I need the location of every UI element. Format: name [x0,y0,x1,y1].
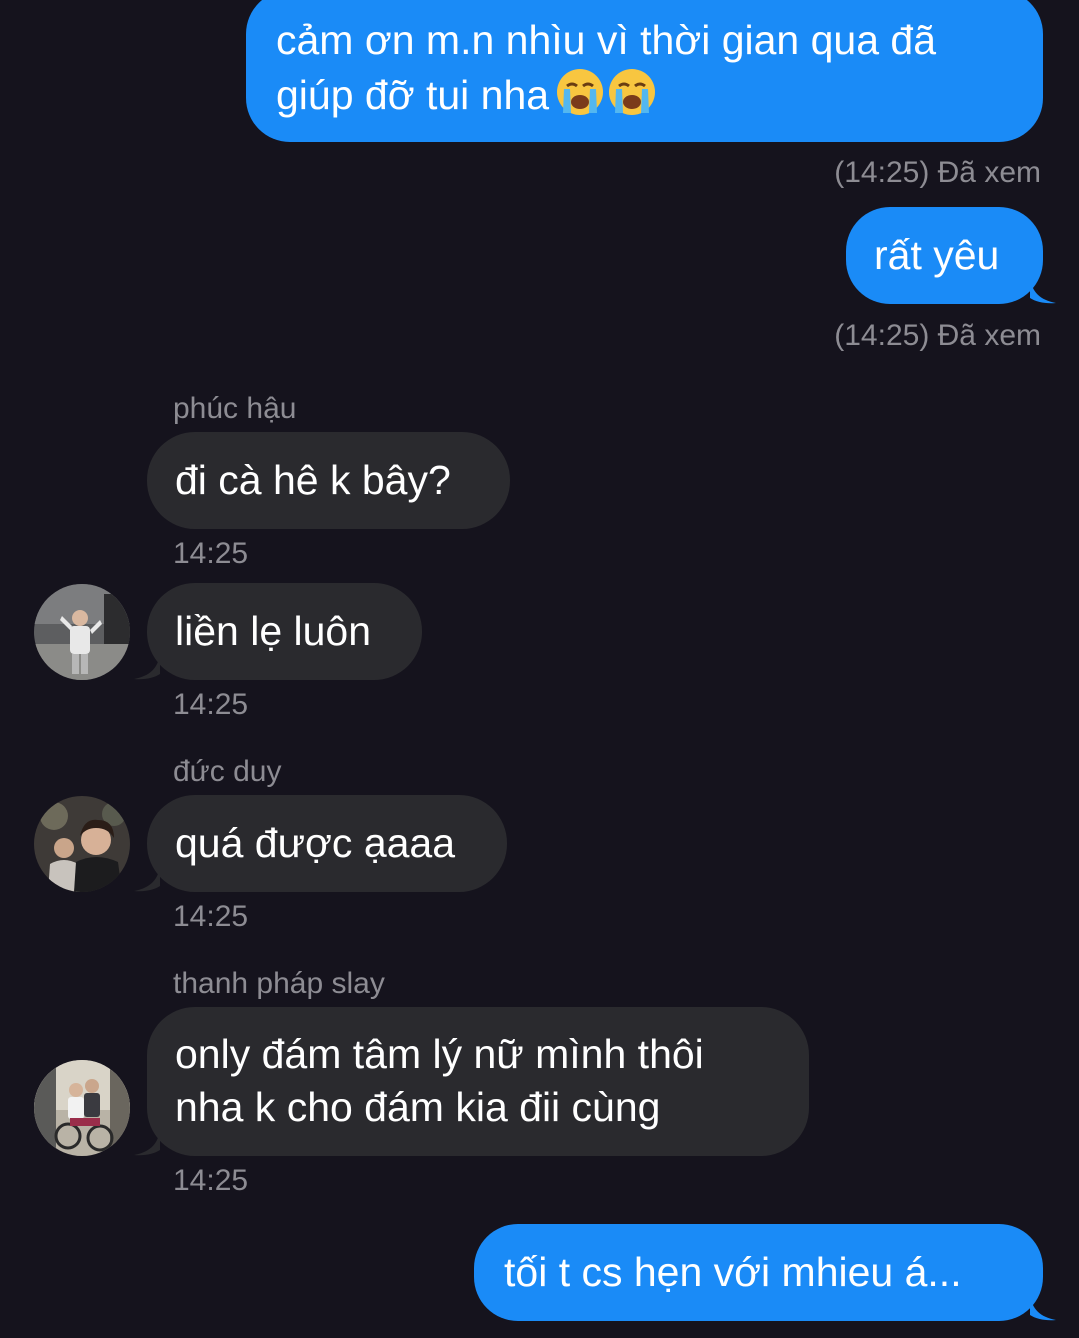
incoming-message-bubble[interactable]: đi cà hê k bây? [147,432,510,529]
message-text: liền lẹ luôn [175,608,372,654]
incoming-message-bubble[interactable]: quá được ạaaa [134,795,507,892]
message-text: đi cà hê k bây? [175,457,451,503]
avatar[interactable] [34,584,130,680]
person-photo-icon [34,796,130,892]
message-text-line: giúp đỡ tui nha [276,67,1043,122]
bubble-tail [134,654,160,680]
message-text-line: nha k cho đám kia đii cùng [175,1084,661,1130]
bubble-tail [134,866,160,892]
message-time: 14:25 [173,1164,249,1197]
sender-name: phúc hậu [173,392,297,425]
read-receipt: (14:25) Đã xem [834,319,1041,352]
message-text-line: cảm ơn m.n nhìu vì thời gian qua đã [276,17,937,63]
loudly-crying-face-icon [609,69,656,115]
loudly-crying-face-icon [557,69,604,115]
read-receipt: (14:25) Đã xem [834,156,1041,189]
sender-name: thanh pháp slay [173,967,385,1000]
sender-name: đức duy [173,755,282,788]
incoming-message-bubble[interactable]: liền lẹ luôn [134,583,422,680]
avatar[interactable] [34,796,130,892]
outgoing-message-bubble[interactable]: rất yêu [846,207,1056,304]
message-text: rất yêu [874,232,1000,278]
bubble-tail [1030,278,1056,304]
avatar[interactable] [34,1060,130,1156]
outgoing-message-bubble[interactable]: cảm ơn m.n nhìu vì thời gian qua đã giúp… [246,0,1043,142]
message-time: 14:25 [173,688,249,721]
message-text: quá được ạaaa [175,820,456,866]
person-photo-icon [34,584,130,680]
outgoing-message-bubble[interactable]: tối t cs hẹn với mhieu á... [474,1224,1056,1321]
bubble-tail [1030,1295,1056,1321]
person-photo-icon [34,1060,130,1156]
message-time: 14:25 [173,900,249,933]
bubble-tail [134,1130,160,1156]
message-time: 14:25 [173,537,249,570]
message-text: tối t cs hẹn với mhieu á... [504,1249,962,1295]
message-text-line: only đám tâm lý nữ mình thôi [175,1031,704,1077]
incoming-message-bubble[interactable]: only đám tâm lý nữ mình thôi nha k cho đ… [134,1007,809,1156]
